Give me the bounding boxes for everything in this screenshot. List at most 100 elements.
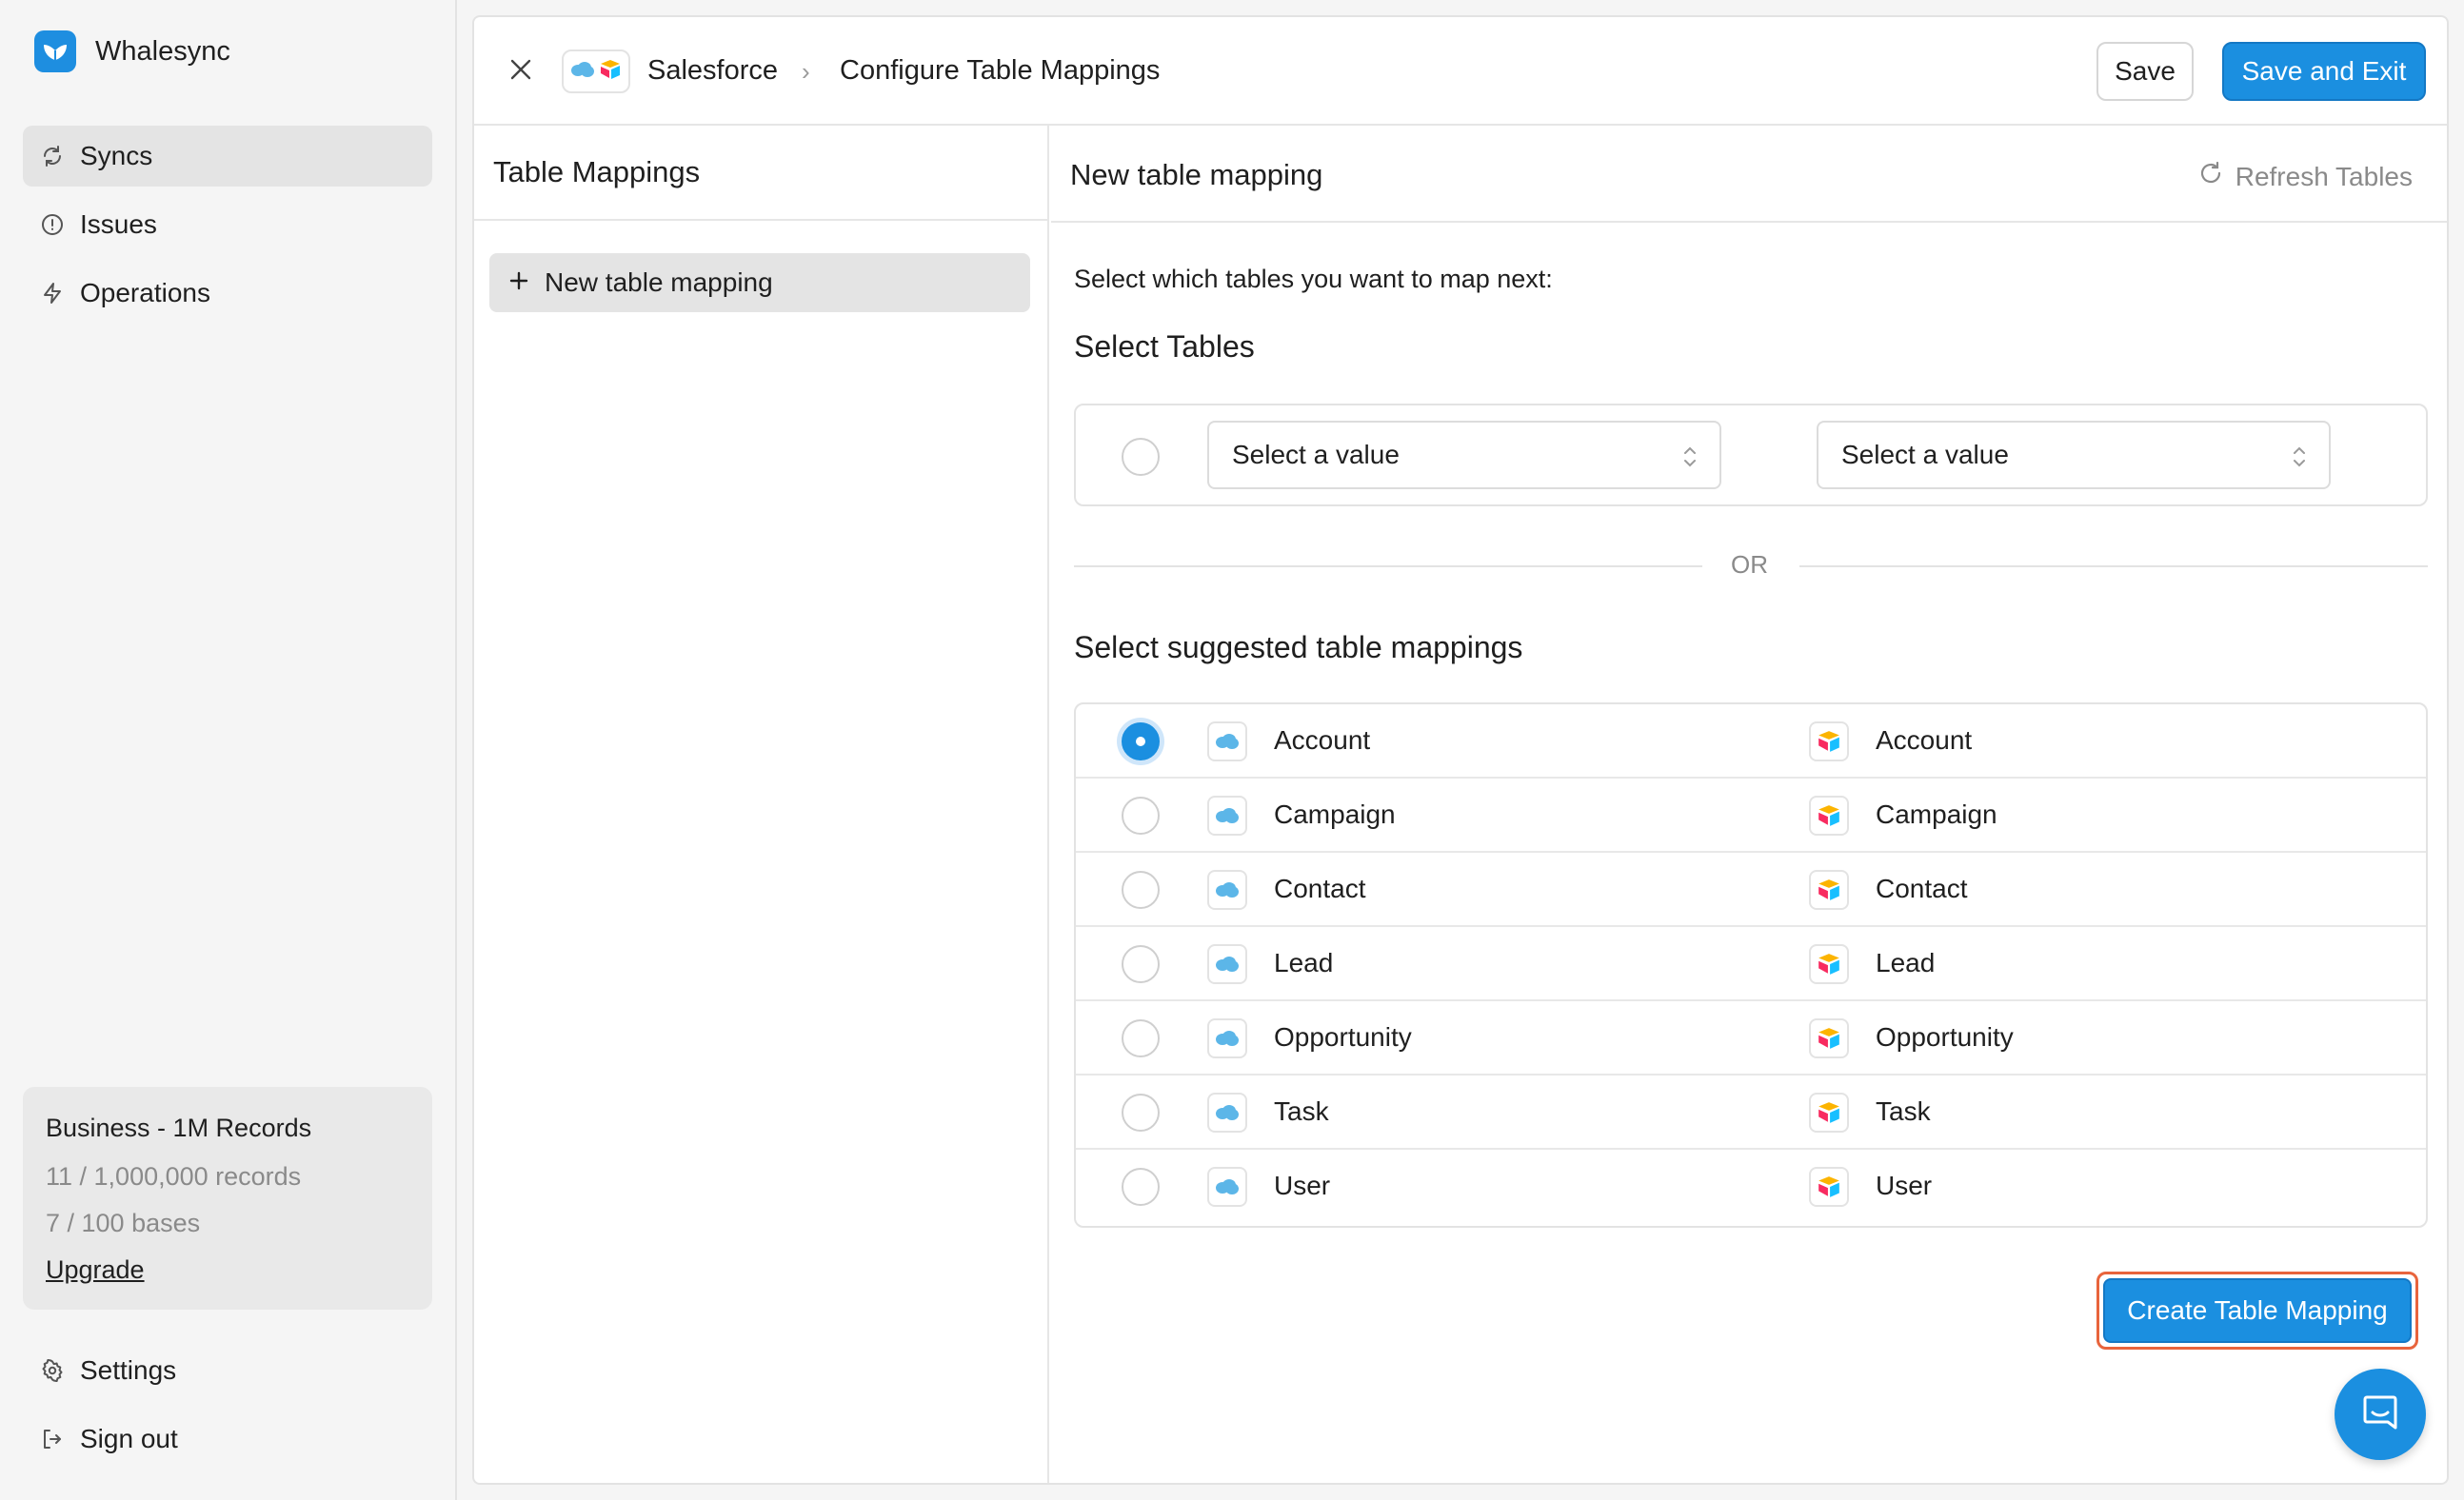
select-tables-title: Select Tables [1074,329,1255,364]
mapping-radio[interactable] [1122,1094,1160,1132]
suggested-mappings-title: Select suggested table mappings [1074,630,1523,664]
source-table-name: Contact [1274,874,1366,903]
salesforce-table-icon [1207,1167,1247,1207]
nav-item-settings[interactable]: Settings [23,1340,432,1401]
integration-logos [562,49,630,93]
select-value: Select a value [1841,440,2009,469]
close-icon[interactable] [507,55,535,84]
refresh-tables-button[interactable]: Refresh Tables [2197,160,2413,193]
destination-table-name: User [1876,1171,1933,1200]
salesforce-table-icon [1207,796,1247,836]
destination-table-name: Opportunity [1876,1022,2014,1052]
nav-label: Issues [80,209,157,239]
plan-title: Business - 1M Records [46,1114,312,1142]
destination-table-name: Task [1876,1096,1931,1126]
salesforce-logo-icon [570,61,595,83]
suggested-mapping-row[interactable]: Lead Lead [1076,927,2426,1001]
suggested-mappings-list: Account Account Campaign Campaign Contact Con… [1074,702,2428,1228]
chat-support-button[interactable] [2335,1369,2426,1460]
manual-select-row: Select a value Select a value [1074,404,2428,506]
airtable-table-icon [1809,944,1849,984]
top-bar: Salesforce › Configure Table Mappings Sa… [474,17,2447,126]
manual-select-radio[interactable] [1122,438,1160,476]
salesforce-table-icon [1207,944,1247,984]
plus-icon [508,267,529,298]
alert-circle-icon [40,212,65,237]
table-mappings-title: Table Mappings [474,126,1047,221]
bottom-nav: Settings Sign out [23,1340,432,1477]
new-table-mapping-item[interactable]: New table mapping [489,253,1030,312]
nav-item-sign-out[interactable]: Sign out [23,1409,432,1470]
destination-table-name: Lead [1876,948,1936,977]
or-label: OR [1731,550,1768,579]
destination-table-name: Contact [1876,874,1968,903]
salesforce-table-icon [1207,870,1247,910]
chat-icon [2359,1391,2401,1438]
suggested-mapping-row[interactable]: Account Account [1076,704,2426,779]
main-nav: Syncs Issues Operations [23,126,432,331]
lightning-icon [40,281,65,306]
plan-bases: 7 / 100 bases [46,1209,201,1237]
sign-out-icon [40,1427,65,1451]
suggested-mapping-row[interactable]: Task Task [1076,1076,2426,1150]
table-mappings-panel: Table Mappings New table mapping [474,126,1049,1483]
main-panel: Salesforce › Configure Table Mappings Sa… [472,15,2449,1485]
plan-records: 11 / 1,000,000 records [46,1162,302,1191]
suggested-mapping-row[interactable]: User User [1076,1150,2426,1224]
salesforce-table-icon [1207,1018,1247,1058]
chevron-right-icon: › [802,57,810,86]
nav-label: Sign out [80,1424,178,1453]
nav-item-operations[interactable]: Operations [23,263,432,324]
salesforce-table-icon [1207,721,1247,761]
mapping-radio[interactable] [1122,1168,1160,1206]
create-table-mapping-highlight: Create Table Mapping [2096,1272,2418,1350]
nav-item-syncs[interactable]: Syncs [23,126,432,187]
whale-logo-icon [34,30,76,72]
new-mapping-panel: New table mapping Refresh Tables Select … [1051,126,2447,1483]
gear-icon [40,1358,65,1383]
mapping-radio[interactable] [1122,1019,1160,1057]
nav-label: Settings [80,1355,177,1385]
save-button[interactable]: Save [2096,42,2194,101]
chevron-up-down-icon [2291,444,2308,470]
instruction-text: Select which tables you want to map next… [1074,265,1553,293]
new-table-mapping-label: New table mapping [545,267,773,297]
source-table-name: Account [1274,725,1371,755]
destination-table-select[interactable]: Select a value [1817,421,2331,489]
airtable-table-icon [1809,1167,1849,1207]
plan-card: Business - 1M Records 11 / 1,000,000 rec… [23,1087,432,1310]
source-table-name: Task [1274,1096,1329,1126]
airtable-logo-icon [599,59,622,85]
airtable-table-icon [1809,721,1849,761]
app-name: Whalesync [95,35,230,67]
mapping-radio[interactable] [1122,871,1160,909]
suggested-mapping-row[interactable]: Campaign Campaign [1076,779,2426,853]
sidebar: Whalesync Syncs Issues Operations Busine… [0,0,457,1500]
nav-label: Syncs [80,141,153,170]
airtable-table-icon [1809,1018,1849,1058]
new-mapping-title: New table mapping [1070,158,1323,191]
suggested-mapping-row[interactable]: Opportunity Opportunity [1076,1001,2426,1076]
source-table-name: Lead [1274,948,1334,977]
source-table-name: Campaign [1274,799,1396,829]
source-table-select[interactable]: Select a value [1207,421,1721,489]
breadcrumb-app[interactable]: Salesforce [647,55,778,87]
brand[interactable]: Whalesync [34,30,230,72]
chevron-up-down-icon [1681,444,1699,470]
mapping-radio[interactable] [1122,797,1160,835]
nav-item-issues[interactable]: Issues [23,194,432,255]
destination-table-name: Account [1876,725,1973,755]
suggested-mapping-row[interactable]: Contact Contact [1076,853,2426,927]
salesforce-table-icon [1207,1093,1247,1133]
mapping-radio[interactable] [1122,722,1160,760]
new-mapping-header: New table mapping Refresh Tables [1051,126,2447,223]
divider-line [1074,565,1702,567]
save-and-exit-button[interactable]: Save and Exit [2222,42,2426,101]
source-table-name: Opportunity [1274,1022,1412,1052]
create-table-mapping-button[interactable]: Create Table Mapping [2103,1278,2412,1343]
refresh-icon [40,144,65,168]
mapping-radio[interactable] [1122,945,1160,983]
breadcrumb-page: Configure Table Mappings [840,55,1161,86]
refresh-tables-label: Refresh Tables [2235,161,2413,191]
upgrade-link[interactable]: Upgrade [46,1255,145,1284]
